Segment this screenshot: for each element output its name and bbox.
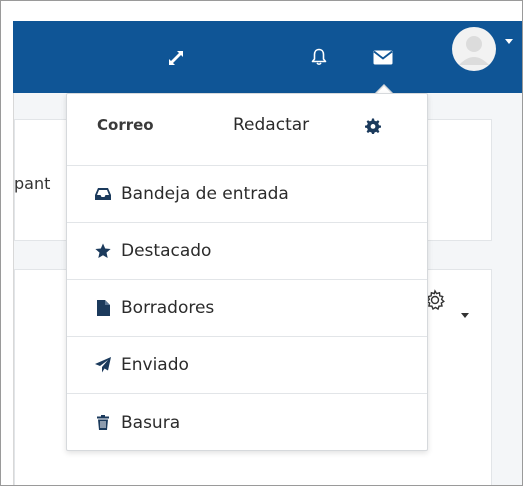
trash-icon	[95, 415, 111, 431]
menu-item-label: Basura	[121, 412, 181, 433]
menu-item-drafts[interactable]: Borradores	[67, 280, 427, 337]
top-navbar	[13, 21, 522, 93]
menu-item-label: Destacado	[121, 241, 212, 261]
star-icon	[95, 243, 111, 259]
menu-item-sent[interactable]: Enviado	[67, 337, 427, 394]
partial-text: pant	[14, 174, 51, 193]
dropdown-header: Correo Redactar	[67, 94, 427, 166]
app-frame: pant Correo Redactar Bandeja de entrada …	[0, 0, 523, 486]
menu-item-inbox[interactable]: Bandeja de entrada	[67, 166, 427, 223]
gear-icon[interactable]	[365, 118, 381, 138]
menu-item-label: Enviado	[121, 355, 189, 375]
menu-item-label: Bandeja de entrada	[121, 184, 289, 204]
inbox-icon	[95, 186, 111, 202]
dropdown-title: Correo	[97, 116, 154, 134]
file-icon	[95, 300, 111, 316]
bell-icon[interactable]	[310, 47, 328, 67]
menu-item-label: Borradores	[121, 298, 215, 318]
expand-icon[interactable]	[167, 49, 185, 67]
paper-plane-icon	[95, 357, 111, 373]
caret-down-icon[interactable]	[461, 313, 469, 318]
avatar[interactable]	[452, 27, 496, 71]
menu-item-starred[interactable]: Destacado	[67, 223, 427, 280]
compose-link[interactable]: Redactar	[233, 115, 309, 135]
caret-down-icon[interactable]	[504, 38, 514, 44]
menu-item-trash[interactable]: Basura	[67, 394, 427, 451]
envelope-icon[interactable]	[372, 49, 394, 65]
mail-dropdown: Correo Redactar Bandeja de entrada Desta…	[66, 93, 428, 451]
